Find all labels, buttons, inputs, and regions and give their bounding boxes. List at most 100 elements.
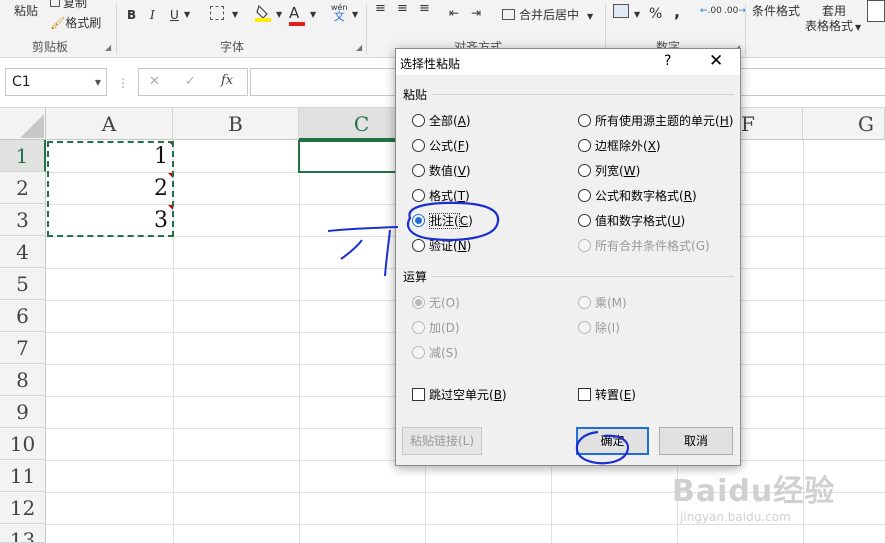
fill-dropdown-icon[interactable]: ▼ [276,10,282,19]
row-header-8[interactable]: 8 [0,364,46,396]
row-header-11[interactable]: 11 [0,460,46,492]
column-header-g[interactable]: G [803,108,885,140]
checkbox-skip-blanks[interactable]: 跳过空单元(B) [412,387,507,403]
radio-icon [578,189,591,202]
gridline [299,140,300,543]
row-header-6[interactable]: 6 [0,300,46,332]
enter-icon[interactable]: ✓ [185,74,196,89]
row-header-3[interactable]: 3 [0,204,46,236]
radio-paste-comments[interactable]: 批注(C) [412,213,473,229]
radio-paste-values[interactable]: 数值(V) [412,163,471,179]
row-header-4[interactable]: 4 [0,236,46,268]
decrease-indent-icon[interactable]: ⇤ [449,6,459,20]
radio-values-number-formats[interactable]: 值和数字格式(U) [578,213,685,229]
accounting-dropdown-icon[interactable]: ▼ [634,10,640,19]
format-painter-button[interactable]: 🖌格式刷 [50,14,101,31]
grip-icon: ⋮ [117,76,129,90]
comma-button[interactable]: , [674,2,680,21]
close-icon[interactable]: ✕ [709,51,723,71]
name-box-dropdown-icon[interactable]: ▼ [95,78,101,87]
font-color-button[interactable]: A [289,4,305,26]
italic-button[interactable]: I [150,8,155,22]
dialog-title: 选择性粘贴 [400,57,461,71]
paste-section-label: 粘贴 [403,88,428,102]
radio-column-widths[interactable]: 列宽(W) [578,163,640,179]
brush-icon: 🖌 [50,16,66,30]
border-icon[interactable] [210,6,224,20]
row-header-1[interactable]: 1 [0,140,46,172]
conditional-format-button[interactable]: 条件格式 [752,2,800,19]
paste-link-button: 粘贴链接(L) [402,427,482,455]
table-format-dropdown-icon: ▼ [855,23,862,32]
cancel-icon[interactable]: ✕ [149,74,160,89]
phonetic-button[interactable]: wén 文 [331,3,348,22]
paste-button[interactable]: 粘贴 [14,2,38,19]
fill-color-icon[interactable] [255,4,271,22]
radio-icon [578,139,591,152]
radio-paste-validation[interactable]: 验证(N) [412,238,471,254]
format-painter-label: 格式刷 [65,16,102,30]
cancel-button[interactable]: 取消 [659,427,733,455]
checkbox-transpose[interactable]: 转置(E) [578,387,636,403]
dialog-titlebar[interactable]: 选择性粘贴 ? ✕ [396,49,740,75]
font-group-label: 字体 [220,40,245,54]
formula-buttons: ✕ ✓ fx [138,68,248,96]
insert-function-icon[interactable]: fx [221,73,233,88]
table-format-button-2[interactable]: 表格格式 ▼ [805,17,861,34]
section-divider [432,276,734,277]
name-box[interactable]: C1 ▼ [5,68,107,96]
group-divider [745,4,746,54]
radio-paste-all[interactable]: 全部(A) [412,113,471,129]
row-header-10[interactable]: 10 [0,428,46,460]
copy-marquee [47,141,174,237]
underline-dropdown-icon[interactable]: ▼ [184,10,190,19]
align-center-icon[interactable]: ≡ [397,2,408,15]
group-divider [605,4,606,54]
radio-all-except-borders[interactable]: 边框除外(X) [578,138,661,154]
radio-paste-formats[interactable]: 格式(T) [412,188,470,204]
copy-button[interactable]: 复制 [50,0,87,11]
cell-styles-icon[interactable] [867,0,885,22]
radio-all-source-theme[interactable]: 所有使用源主题的单元(H) [578,113,733,129]
row-header-7[interactable]: 7 [0,332,46,364]
clipboard-launcher-icon[interactable]: ◢ [105,43,111,52]
radio-operation-none: 无(O) [412,295,460,311]
align-right-icon[interactable]: ≡ [419,2,430,15]
row-header-12[interactable]: 12 [0,492,46,524]
merge-icon [502,9,515,20]
font-color-dropdown-icon[interactable]: ▼ [310,10,316,19]
ok-button[interactable]: 确定 [576,427,649,455]
operation-section-label: 运算 [403,270,428,284]
bold-button[interactable]: B [127,8,136,22]
align-left-icon[interactable]: ≡ [375,2,386,15]
underline-button[interactable]: U [170,8,179,22]
name-box-value: C1 [12,74,31,90]
phonetic-dropdown-icon[interactable]: ▼ [352,10,358,19]
border-dropdown-icon[interactable]: ▼ [232,10,238,19]
clipboard-group-label: 剪贴板 [32,40,69,54]
accounting-format-icon[interactable] [613,4,629,18]
percent-button[interactable]: % [649,6,662,22]
select-all-corner[interactable] [0,108,46,140]
decrease-decimal-button[interactable]: .00→ [724,6,746,16]
help-icon[interactable]: ? [664,53,671,69]
radio-formulas-number-formats[interactable]: 公式和数字格式(R) [578,188,697,204]
font-color-icon: A [289,4,300,22]
radio-merge-conditional-formats: 所有合并条件格式(G) [578,238,710,254]
row-header-9[interactable]: 9 [0,396,46,428]
increase-indent-icon[interactable]: ⇥ [471,6,481,20]
paste-label: 粘贴 [14,4,39,18]
radio-icon [412,321,425,334]
row-header-13[interactable]: 13 [0,524,46,543]
merge-center-button[interactable]: 合并后居中 ▼ [502,6,593,23]
merge-center-label: 合并后居中 [519,8,580,22]
column-header-b[interactable]: B [173,108,299,140]
font-launcher-icon[interactable]: ◢ [356,43,362,52]
row-header-5[interactable]: 5 [0,268,46,300]
row-header-2[interactable]: 2 [0,172,46,204]
increase-decimal-button[interactable]: ←.00 [700,6,722,16]
column-header-a[interactable]: A [46,108,173,140]
merge-dropdown-icon[interactable]: ▼ [587,12,593,21]
radio-icon [412,239,425,252]
radio-paste-formulas[interactable]: 公式(F) [412,138,469,154]
